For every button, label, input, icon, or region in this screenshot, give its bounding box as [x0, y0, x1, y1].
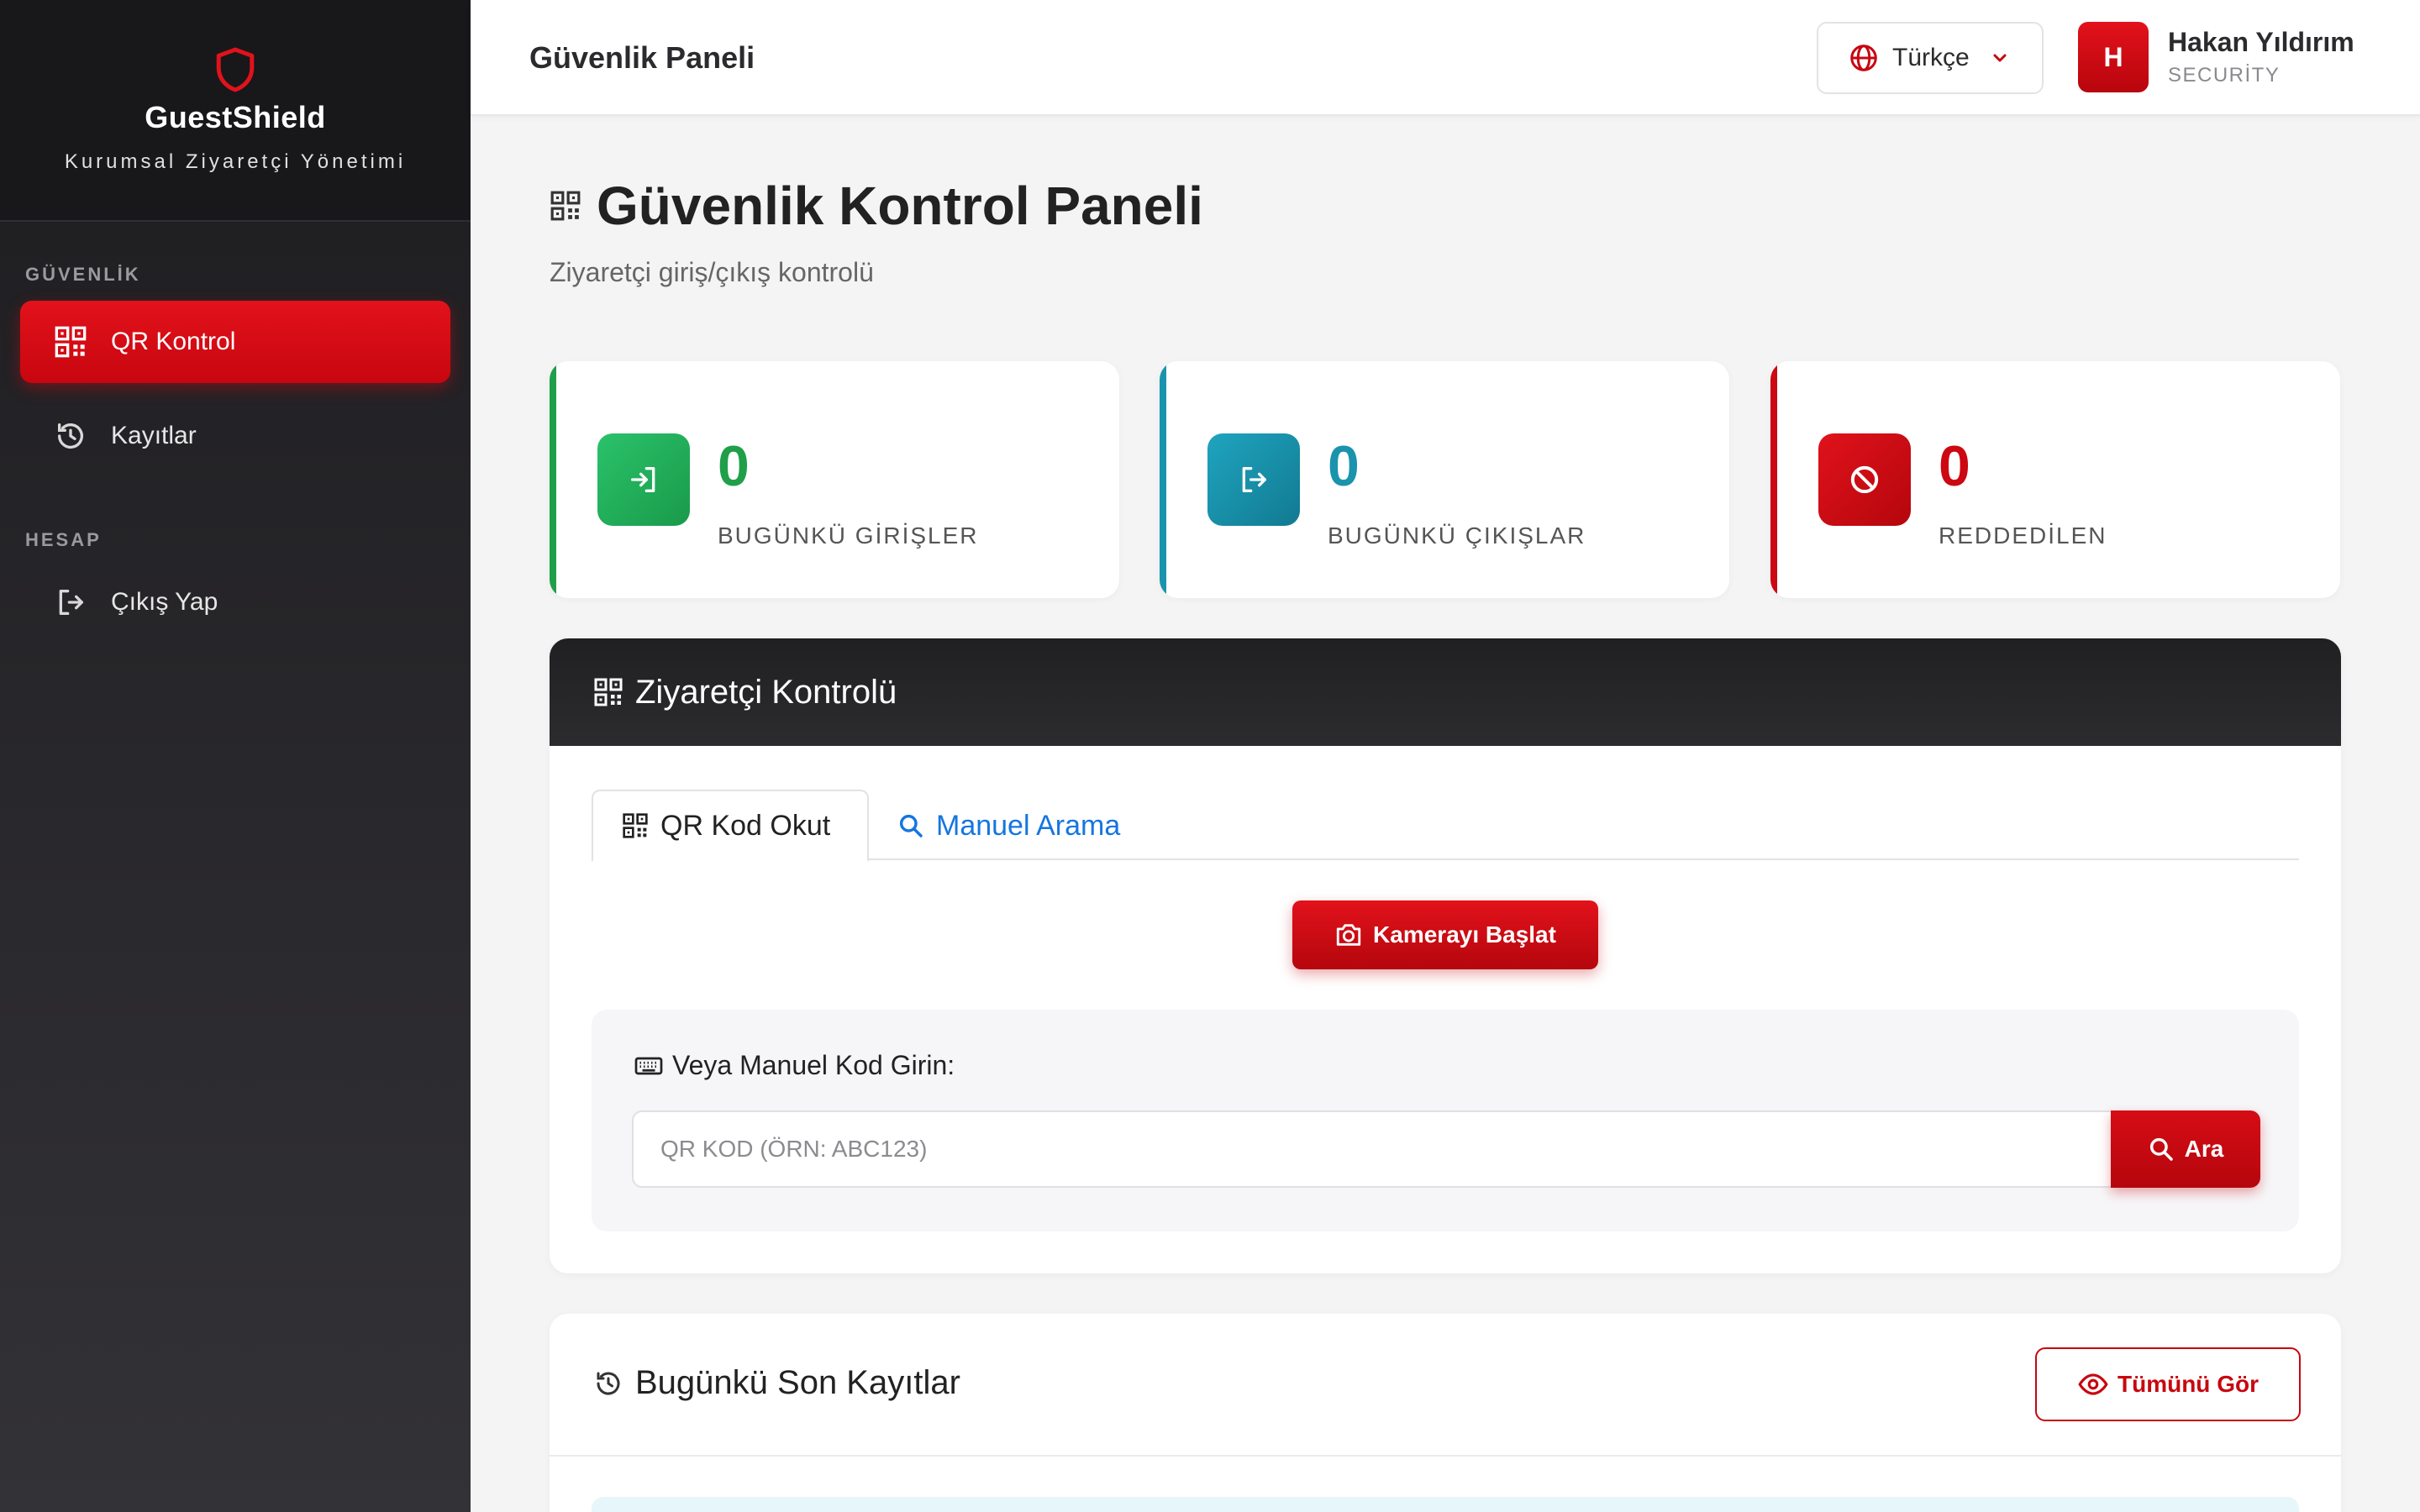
- qr-code-input[interactable]: [632, 1110, 2111, 1188]
- history-icon: [597, 1372, 620, 1394]
- user-role: SECURİTY: [2168, 64, 2281, 87]
- sidebar-item-label: QR Kontrol: [111, 328, 236, 355]
- eye-icon: [2078, 1373, 2108, 1395]
- manual-code-box: Veya Manuel Kod Girin: Ara: [592, 1010, 2299, 1231]
- panel-title: Ziyaretçi Kontrolü: [635, 673, 897, 711]
- language-selector[interactable]: Türkçe: [1817, 22, 2044, 94]
- tab-manual-search[interactable]: Manuel Arama: [869, 790, 1149, 862]
- search-icon: [899, 814, 923, 837]
- tab-label: QR Kod Okut: [660, 809, 831, 842]
- button-label: Tümünü Gör: [2118, 1371, 2259, 1397]
- nav-section-security: GÜVENLİK: [25, 264, 141, 285]
- brand-subtitle: Kurumsal Ziyaretçi Yönetimi: [64, 150, 407, 173]
- brand: GuestShield Kurumsal Ziyaretçi Yönetimi: [0, 0, 471, 222]
- logout-icon: [1207, 433, 1300, 526]
- stat-value: 0: [1328, 434, 1360, 498]
- search-icon: [2149, 1137, 2173, 1161]
- sidebar-item-label: Çıkış Yap: [111, 588, 218, 616]
- divider: [550, 1455, 2341, 1457]
- logout-icon: [54, 585, 87, 619]
- camera-icon: [1336, 924, 1361, 946]
- page-title-text: Güvenlik Kontrol Paneli: [597, 176, 1203, 236]
- topbar: Güvenlik Paneli Türkçe H Hakan Yıldırım …: [471, 0, 2420, 116]
- stat-card-entries: 0 BUGÜNKÜ GİRİŞLER: [550, 361, 1119, 598]
- tab-bar: QR Kod Okut Manuel Arama: [592, 790, 2299, 862]
- panel-header: Bugünkü Son Kayıtlar: [593, 1364, 960, 1402]
- manual-code-label: Veya Manuel Kod Girin:: [634, 1050, 955, 1081]
- panel-title: Bugünkü Son Kayıtlar: [635, 1364, 960, 1401]
- shield-icon: [216, 47, 255, 92]
- visitor-control-panel: Ziyaretçi Kontrolü QR Kod Okut Manuel Ar…: [550, 638, 2341, 1273]
- sidebar-item-kayitlar[interactable]: Kayıtlar: [20, 395, 450, 477]
- avatar[interactable]: H: [2078, 22, 2149, 92]
- sidebar-item-logout[interactable]: Çıkış Yap: [20, 561, 450, 643]
- globe-icon: [1850, 45, 1877, 71]
- recent-records-panel: Bugünkü Son Kayıtlar Tümünü Gör: [550, 1314, 2341, 1512]
- language-label: Türkçe: [1892, 44, 1970, 71]
- keyboard-icon: [634, 1057, 663, 1074]
- records-info-box: [592, 1497, 2299, 1512]
- stat-label: BUGÜNKÜ ÇIKIŞLAR: [1328, 522, 1586, 549]
- stat-card-rejected: 0 REDDEDİLEN: [1770, 361, 2340, 598]
- sidebar-item-label: Kayıtlar: [111, 422, 197, 449]
- qrcode-icon: [623, 813, 648, 838]
- history-icon: [54, 419, 87, 453]
- qrcode-icon: [54, 325, 87, 359]
- ban-icon: [1818, 433, 1911, 526]
- tab-label: Manuel Arama: [936, 809, 1121, 842]
- stat-label: BUGÜNKÜ GİRİŞLER: [718, 522, 979, 549]
- chevron-down-icon: [1993, 54, 2007, 62]
- page-title: Güvenlik Kontrol Paneli: [550, 175, 1203, 237]
- brand-name: GuestShield: [145, 100, 326, 134]
- stat-card-exits: 0 BUGÜNKÜ ÇIKIŞLAR: [1160, 361, 1729, 598]
- manual-label-text: Veya Manuel Kod Girin:: [672, 1050, 955, 1080]
- topbar-title: Güvenlik Paneli: [529, 40, 755, 75]
- page-subtitle: Ziyaretçi giriş/çıkış kontrolü: [550, 257, 874, 287]
- qrcode-icon: [550, 191, 581, 221]
- start-camera-button[interactable]: Kamerayı Başlat: [1292, 900, 1598, 969]
- stat-value: 0: [718, 434, 750, 498]
- panel-header: Ziyaretçi Kontrolü: [550, 638, 2341, 746]
- button-label: Kamerayı Başlat: [1373, 921, 1556, 948]
- nav-section-account: HESAP: [25, 529, 102, 550]
- view-all-button[interactable]: Tümünü Gör: [2035, 1347, 2301, 1421]
- tab-qr-scan[interactable]: QR Kod Okut: [592, 790, 869, 862]
- sidebar: GuestShield Kurumsal Ziyaretçi Yönetimi …: [0, 0, 471, 1512]
- stat-value: 0: [1939, 434, 1970, 498]
- button-label: Ara: [2184, 1136, 2224, 1162]
- qrcode-icon: [594, 678, 623, 706]
- login-icon: [597, 433, 690, 526]
- sidebar-item-qr-kontrol[interactable]: QR Kontrol: [20, 301, 450, 383]
- user-name: Hakan Yıldırım: [2168, 27, 2354, 57]
- stat-label: REDDEDİLEN: [1939, 522, 2107, 549]
- search-button[interactable]: Ara: [2111, 1110, 2260, 1188]
